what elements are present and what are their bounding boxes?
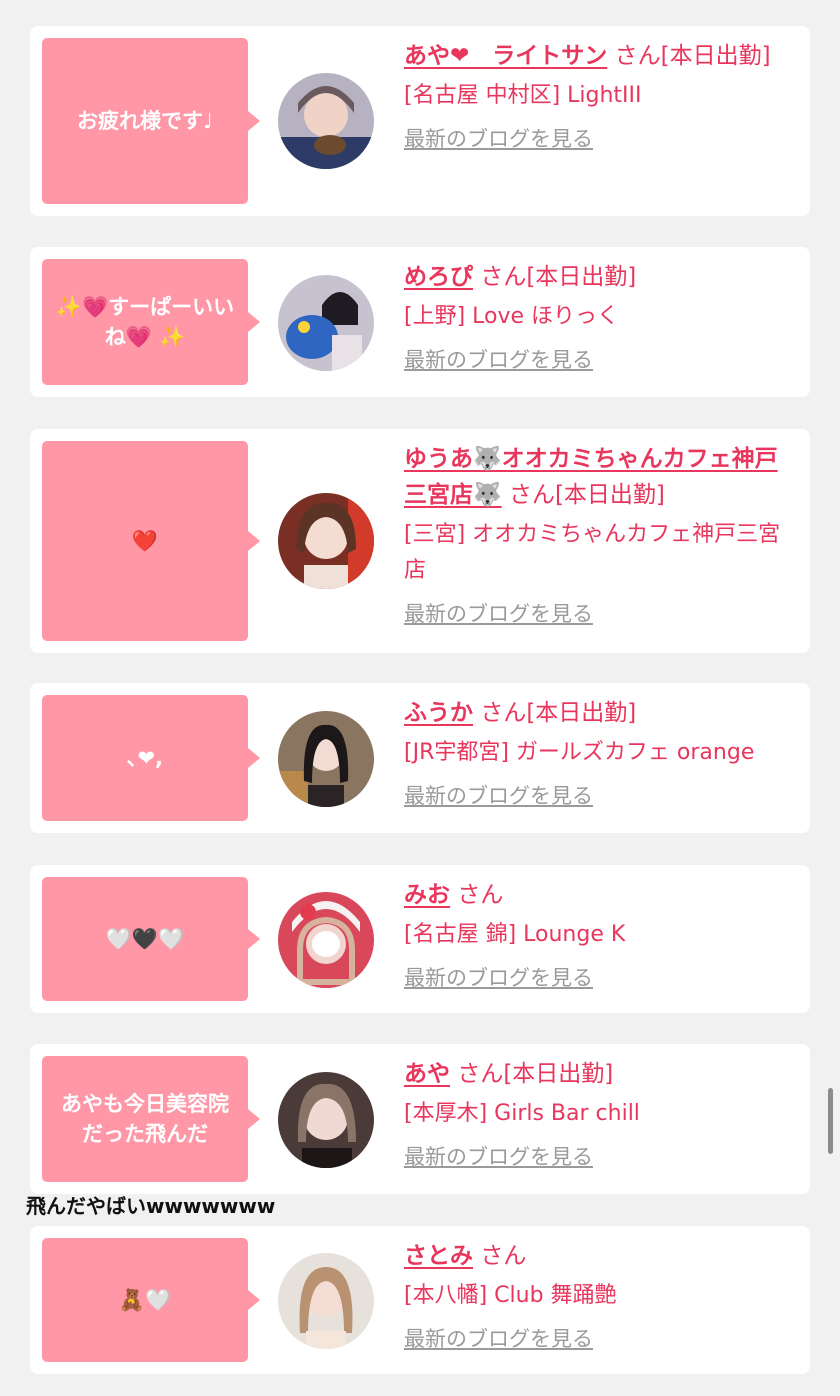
status-text: さん bbox=[480, 1243, 527, 1269]
comment-bubble: ､❤︎, bbox=[42, 695, 260, 821]
list-item: ､❤︎, ふうか さん[本日出勤] [JR宇都宮] ガールズカフェ orange… bbox=[30, 683, 810, 833]
scrollbar[interactable] bbox=[828, 1088, 833, 1154]
overlay-caption: 飛んだやばいwwwwwww bbox=[26, 1194, 276, 1218]
cast-name-link[interactable]: みお bbox=[404, 882, 450, 908]
cast-name-link[interactable]: めろぴ bbox=[404, 264, 473, 290]
status-text: さん[本日出勤] bbox=[480, 700, 637, 726]
status-text: さん bbox=[457, 882, 504, 908]
avatar[interactable] bbox=[278, 73, 374, 169]
avatar[interactable] bbox=[278, 275, 374, 371]
name-line: みお さん bbox=[404, 877, 798, 913]
status-text: さん[本日出勤] bbox=[457, 1061, 614, 1087]
latest-blog-link[interactable]: 最新のブログを見る bbox=[404, 781, 593, 811]
cast-name-link[interactable]: あや❤︎ ライトサン bbox=[404, 43, 607, 69]
list-item: 🤍🖤🤍 みお さん [名古屋 錦] Lounge K 最新のブログを見る bbox=[30, 865, 810, 1013]
latest-blog-link[interactable]: 最新のブログを見る bbox=[404, 963, 593, 993]
comment-bubble: お疲れ様です♩ bbox=[42, 38, 260, 204]
blog-list: お疲れ様です♩ あや❤︎ ライトサン さん[本日出勤] [名古屋 中村区] Li… bbox=[0, 0, 840, 1396]
list-item: お疲れ様です♩ あや❤︎ ライトサン さん[本日出勤] [名古屋 中村区] Li… bbox=[30, 26, 810, 216]
shop-info: [名古屋 中村区] LightIII bbox=[404, 83, 642, 108]
latest-blog-link[interactable]: 最新のブログを見る bbox=[404, 124, 593, 154]
name-line: さとみ さん bbox=[404, 1238, 798, 1274]
list-item: あやも今日美容院だった飛んだ あや さん[本日出勤] [本厚木] Girls B… bbox=[30, 1044, 810, 1194]
comment-bubble: 🤍🖤🤍 bbox=[42, 877, 260, 1001]
latest-blog-link[interactable]: 最新のブログを見る bbox=[404, 345, 593, 375]
shop-info: [本八幡] Club 舞踊艶 bbox=[404, 1283, 617, 1308]
comment-bubble: 🧸🤍 bbox=[42, 1238, 260, 1362]
comment-bubble: ❤️ bbox=[42, 441, 260, 641]
avatar[interactable] bbox=[278, 1072, 374, 1168]
cast-name-link[interactable]: ふうか bbox=[404, 700, 473, 726]
avatar[interactable] bbox=[278, 711, 374, 807]
status-text: さん[本日出勤] bbox=[508, 482, 665, 508]
name-line: ふうか さん[本日出勤] bbox=[404, 695, 798, 731]
shop-info: [名古屋 錦] Lounge K bbox=[404, 922, 626, 947]
list-item: ❤️ ゆうあ🐺オオカミちゃんカフェ神戸三宮店🐺 さん[本日出勤] [三宮] オオ… bbox=[30, 429, 810, 653]
comment-bubble: ✨💗すーぱーいいね💗 ✨ bbox=[42, 259, 260, 385]
list-item: ✨💗すーぱーいいね💗 ✨ めろぴ さん[本日出勤] [上野] Love ほりっく… bbox=[30, 247, 810, 397]
latest-blog-link[interactable]: 最新のブログを見る bbox=[404, 1324, 593, 1354]
list-item: 🧸🤍 さとみ さん [本八幡] Club 舞踊艶 最新のブログを見る bbox=[30, 1226, 810, 1374]
shop-info: [本厚木] Girls Bar chill bbox=[404, 1101, 640, 1126]
avatar[interactable] bbox=[278, 493, 374, 589]
comment-bubble: あやも今日美容院だった飛んだ bbox=[42, 1056, 260, 1182]
latest-blog-link[interactable]: 最新のブログを見る bbox=[404, 1142, 593, 1172]
name-line: ゆうあ🐺オオカミちゃんカフェ神戸三宮店🐺 さん[本日出勤] bbox=[404, 441, 798, 513]
shop-info: [上野] Love ほりっく bbox=[404, 304, 620, 329]
name-line: めろぴ さん[本日出勤] bbox=[404, 259, 798, 295]
cast-name-link[interactable]: さとみ bbox=[404, 1243, 473, 1269]
name-line: あや さん[本日出勤] bbox=[404, 1056, 798, 1092]
status-text: さん[本日出勤] bbox=[480, 264, 637, 290]
status-text: さん[本日出勤] bbox=[614, 43, 771, 69]
latest-blog-link[interactable]: 最新のブログを見る bbox=[404, 599, 593, 629]
cast-name-link[interactable]: あや bbox=[404, 1061, 450, 1087]
name-line: あや❤︎ ライトサン さん[本日出勤] bbox=[404, 38, 798, 74]
shop-info: [三宮] オオカミちゃんカフェ神戸三宮店 bbox=[404, 522, 781, 583]
avatar[interactable] bbox=[278, 892, 374, 988]
shop-info: [JR宇都宮] ガールズカフェ orange bbox=[404, 740, 755, 765]
avatar[interactable] bbox=[278, 1253, 374, 1349]
